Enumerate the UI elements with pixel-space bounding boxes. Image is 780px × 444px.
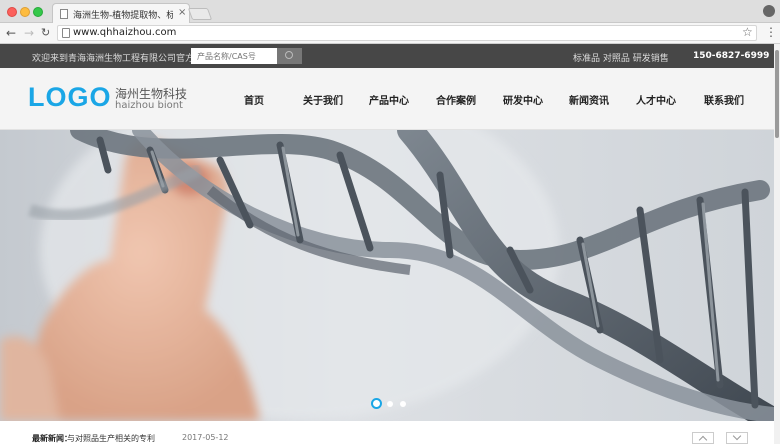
hero-banner[interactable] xyxy=(0,130,774,421)
nav-about[interactable]: 关于我们 xyxy=(303,92,343,107)
browser-toolbar: ← → ↻ www.qhhaizhou.com ☆ ⋮ xyxy=(0,23,780,44)
close-window-icon[interactable] xyxy=(7,7,17,17)
site-top-strip: 欢迎来到青海海洲生物工程有限公司官方网站！ 标准品 对照品 研发销售 150-6… xyxy=(0,44,780,68)
news-next-button[interactable] xyxy=(726,431,748,444)
reload-icon[interactable]: ↻ xyxy=(41,26,50,40)
nav-news[interactable]: 新闻资讯 xyxy=(569,92,609,107)
site-header: LOGO 海州生物科技 haizhou biont 首页 关于我们 产品中心 合… xyxy=(0,68,774,130)
nav-contact[interactable]: 联系我们 xyxy=(704,92,744,107)
browser-menu-icon[interactable]: ⋮ xyxy=(765,25,777,39)
bookmark-star-icon[interactable]: ☆ xyxy=(742,25,753,39)
carousel-dot-3[interactable] xyxy=(400,401,406,407)
news-title-link[interactable]: 与对照品生产相关的专利 xyxy=(67,433,155,444)
phone-number: 150-6827-6999 xyxy=(693,51,770,61)
nav-cases[interactable]: 合作案例 xyxy=(436,92,476,107)
news-ticker: 最新新闻： 与对照品生产相关的专利 2017-05-12 xyxy=(0,421,774,444)
nav-careers[interactable]: 人才中心 xyxy=(636,92,676,107)
carousel-dot-1[interactable] xyxy=(371,398,382,409)
new-tab-button[interactable] xyxy=(187,8,213,20)
tab-close-icon[interactable]: × xyxy=(178,7,186,18)
back-icon[interactable]: ← xyxy=(6,26,16,40)
news-date: 2017-05-12 xyxy=(182,433,229,442)
nav-products[interactable]: 产品中心 xyxy=(369,92,409,107)
dna-helix-image xyxy=(0,130,774,421)
site-logo[interactable]: LOGO xyxy=(28,82,112,113)
search-button[interactable] xyxy=(277,48,302,64)
top-links[interactable]: 标准品 对照品 研发销售 xyxy=(573,51,669,64)
forward-icon[interactable]: → xyxy=(24,26,34,40)
news-label: 最新新闻： xyxy=(32,434,72,443)
product-search-input[interactable] xyxy=(191,48,277,64)
browser-tab-bar: 海洲生物-植物提取物、标准品 × xyxy=(0,0,780,24)
maximize-window-icon[interactable] xyxy=(33,7,43,17)
page-icon xyxy=(60,9,68,19)
page-scrollbar-thumb[interactable] xyxy=(775,50,779,138)
profile-icon[interactable] xyxy=(763,5,775,17)
nav-home[interactable]: 首页 xyxy=(244,92,264,107)
carousel-dot-2[interactable] xyxy=(387,401,393,407)
address-bar[interactable]: www.qhhaizhou.com xyxy=(57,25,757,41)
nav-research[interactable]: 研发中心 xyxy=(503,92,543,107)
url-text: www.qhhaizhou.com xyxy=(73,27,177,38)
chevron-down-icon xyxy=(732,431,742,441)
search-icon xyxy=(285,51,293,59)
minimize-window-icon[interactable] xyxy=(20,7,30,17)
page-info-icon[interactable] xyxy=(62,28,70,38)
logo-english-name: haizhou biont xyxy=(115,100,183,111)
tab-title: 海洲生物-植物提取物、标准品 xyxy=(73,11,173,21)
browser-tab[interactable]: 海洲生物-植物提取物、标准品 × xyxy=(52,3,190,24)
news-prev-button[interactable] xyxy=(692,432,714,444)
chevron-up-icon xyxy=(698,435,708,444)
